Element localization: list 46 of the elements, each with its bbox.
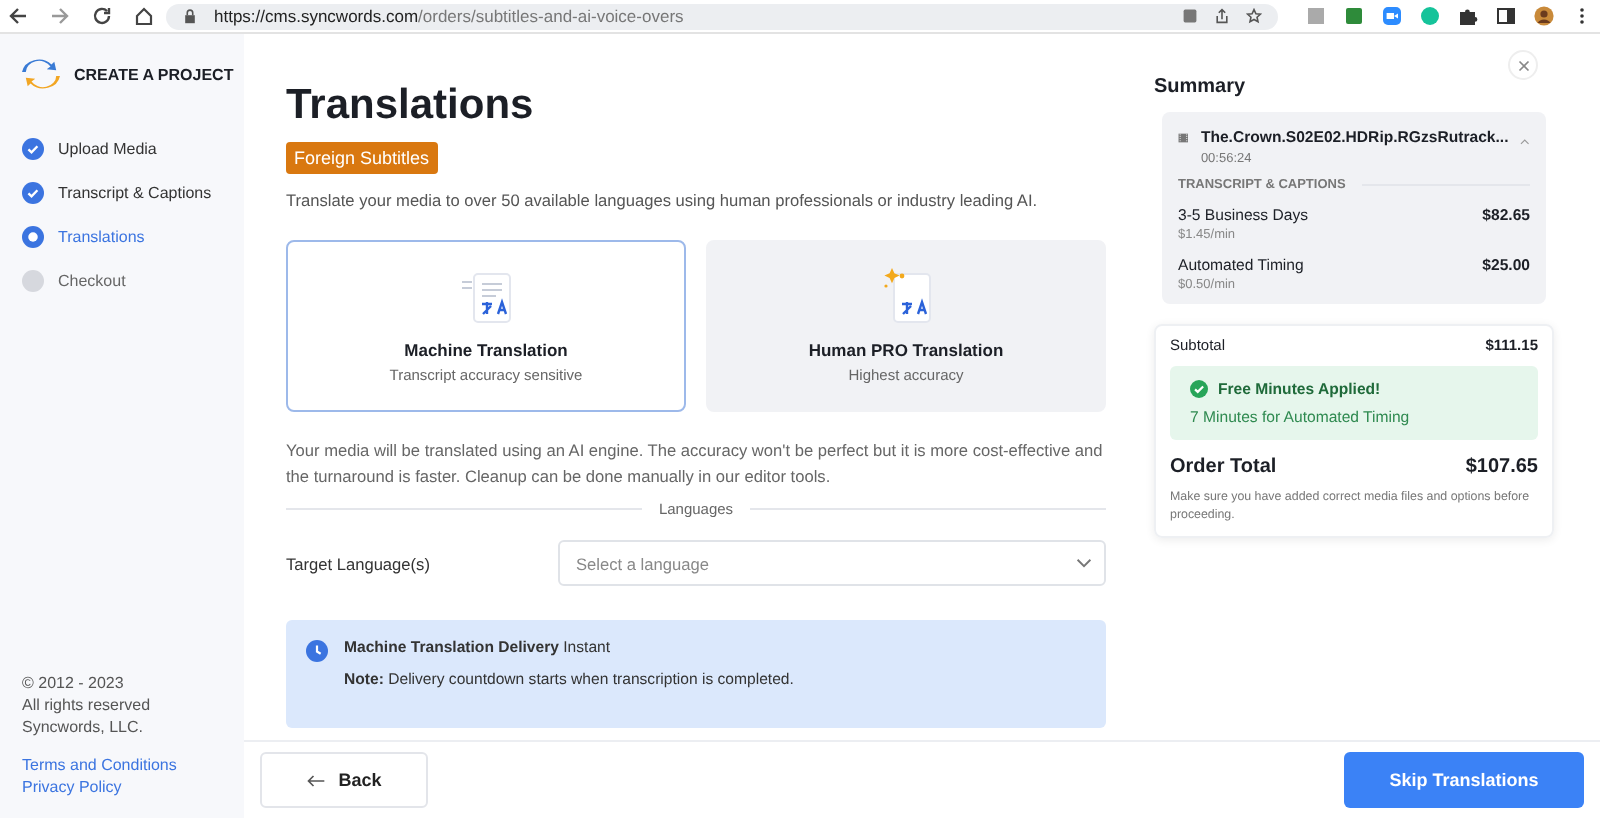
- total-label: Order Total: [1170, 456, 1277, 478]
- step-item[interactable]: Transcript & Captions: [22, 178, 244, 206]
- home-icon[interactable]: [134, 6, 154, 26]
- project-title: CREATE A PROJECT: [74, 65, 234, 83]
- forward-icon[interactable]: [50, 6, 70, 26]
- footer-link[interactable]: Privacy Policy: [22, 776, 244, 798]
- reload-icon[interactable]: [92, 6, 112, 26]
- circle-icon: [22, 269, 44, 291]
- step-item[interactable]: Checkout: [22, 266, 244, 294]
- clock-icon: [306, 640, 328, 662]
- copyright-text: © 2012 - 2023: [22, 672, 126, 694]
- description-text: Your media will be translated using an AI engine. The accuracy won't be perfect but it is more cost-effective and the turnaround is faster. Cleanup can be done manually in our editor tools.: [286, 438, 1105, 488]
- close-icon: [1517, 59, 1529, 71]
- option-title: Machine Translation: [404, 340, 568, 360]
- lock-icon[interactable]: [182, 8, 198, 24]
- chevron-down-icon: [1076, 558, 1092, 568]
- copyright-text: Syncwords, LLC.: [22, 716, 145, 738]
- check-circle-icon: [22, 181, 44, 203]
- option-title: Human PRO Translation: [808, 340, 1004, 360]
- summary-title: Summary: [1154, 76, 1248, 98]
- check-circle-icon: [22, 137, 44, 159]
- logo-icon: [22, 58, 60, 90]
- avatar-icon[interactable]: [1534, 6, 1554, 26]
- total-amount: $107.65: [1465, 456, 1538, 478]
- back-button[interactable]: Back: [260, 752, 428, 808]
- intro-text: Translate your media to over 50 available languages using human professionals or industry leading AI.: [286, 190, 1040, 210]
- service-badge: Foreign Subtitles: [286, 142, 438, 174]
- video-icon[interactable]: [1382, 6, 1402, 26]
- sidebar-icon[interactable]: [1496, 6, 1516, 26]
- puzzle-icon[interactable]: [1458, 6, 1478, 26]
- step-item[interactable]: Upload Media: [22, 134, 244, 162]
- arrow-left-icon: [306, 773, 327, 787]
- address-bar[interactable]: https://cms.syncwords.com/orders/subtitles-and-ai-voice-overs: [166, 3, 1278, 29]
- copyright-text: All rights reserved: [22, 694, 153, 716]
- film-icon: [1178, 130, 1189, 146]
- field-label: Target Language(s): [286, 553, 432, 573]
- radio-dot-icon: [22, 225, 44, 247]
- language-select[interactable]: Select a language: [558, 540, 1106, 586]
- check-circle-icon: [1190, 380, 1208, 398]
- step-item[interactable]: Translations: [22, 222, 244, 250]
- page-title: Translations: [286, 82, 536, 130]
- back-icon[interactable]: [8, 6, 28, 26]
- skip-translations-button[interactable]: Skip Translations: [1344, 752, 1584, 808]
- share-icon[interactable]: [1214, 8, 1230, 24]
- star-icon[interactable]: [1246, 8, 1262, 24]
- footer-link[interactable]: Terms and Conditions: [22, 754, 244, 776]
